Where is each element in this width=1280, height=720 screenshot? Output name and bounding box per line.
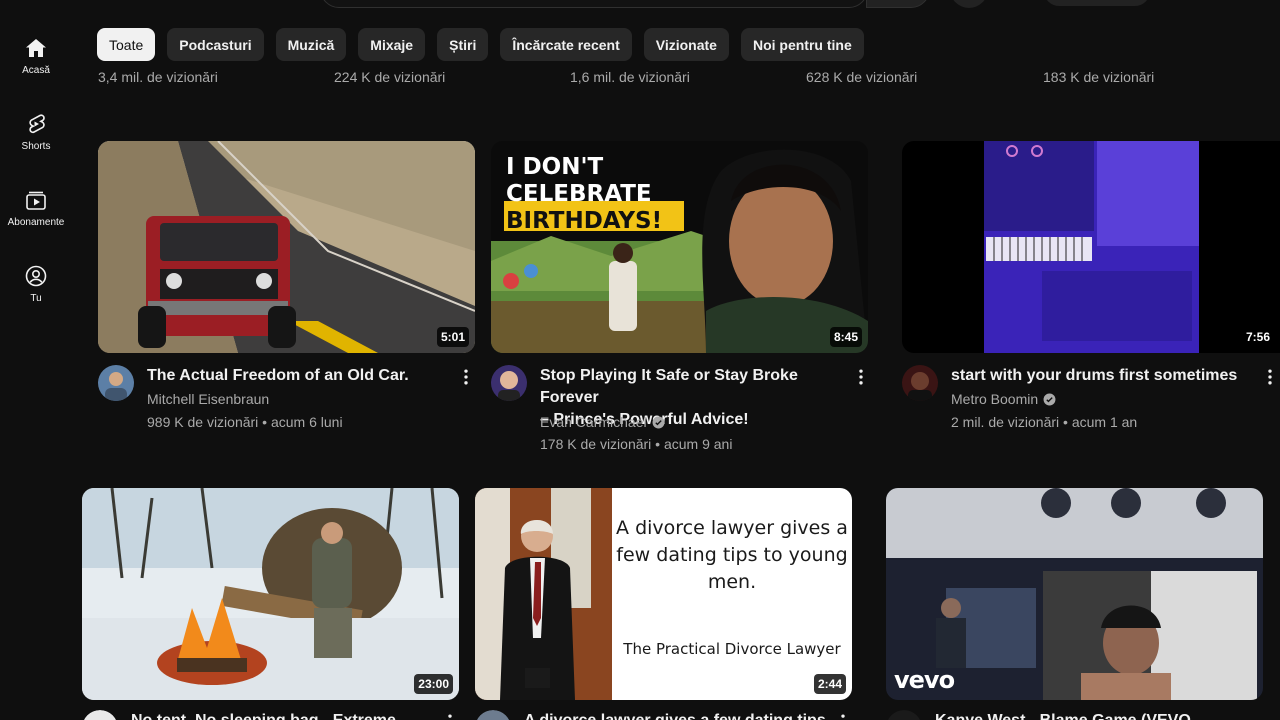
channel-avatar-image [491,365,527,401]
video-thumbnail[interactable]: vevo [886,488,1263,700]
avatar[interactable] [475,710,511,720]
chip-recently-uploaded[interactable]: Încărcate recent [500,28,632,61]
video-title-line: The Actual Freedom of an Old Car. [147,367,409,384]
vevo-logo: vevo [894,666,955,694]
search-button[interactable] [866,0,930,8]
voice-search-button[interactable] [950,0,988,8]
channel-avatar-image [887,710,921,720]
channel-name[interactable]: Metro Boomin [951,391,1056,407]
thumbnail-caption: A divorce lawyer gives a few dating tips… [612,488,852,700]
thumbnail-caption-line: I DON'T [506,154,604,180]
video-duration: 23:00 [414,674,453,694]
video-thumbnail[interactable]: 5:01 [98,141,475,353]
channel-avatar-image [83,710,117,720]
video-thumbnail[interactable]: I DON'T CELEBRATE BIRTHDAYS! 8:45 [491,141,868,353]
chip-watched[interactable]: Vizionate [643,28,729,61]
more-vertical-icon [448,714,452,718]
video-meta: 178 K de vizionări • acum 9 ani [540,436,733,452]
avatar[interactable] [886,710,922,720]
thumbnail-caption-line: CELEBRATE [506,181,652,207]
rail-label: Shorts [21,141,51,152]
verified-badge-icon [652,416,665,428]
chip-all[interactable]: Toate [97,28,156,61]
shorts-icon [29,114,45,134]
avatar[interactable] [491,365,527,401]
winter-campfire-thumbnail-image [82,488,459,700]
verified-badge-icon [1043,393,1056,405]
prev-row-stat: 628 K de vizionări [806,69,918,85]
thumbnail-caption-line: BIRTHDAYS! [506,208,663,234]
old-jeep-thumbnail-image [98,141,475,353]
more-actions-button[interactable] [454,365,478,389]
filter-chips: Toate Podcasturi Muzică Mixaje Știri Înc… [97,28,864,61]
video-duration: 8:45 [829,327,862,347]
lawyer-portrait-thumbnail-image [475,488,612,700]
video-duration: 2:44 [813,674,846,694]
subscriptions-icon [26,191,46,210]
rail-item-home[interactable]: Acasă [0,36,72,106]
thumbnail-caption-line: men. [707,571,757,593]
video-title-line: start with your drums first sometimes [951,367,1238,384]
channel-avatar-image [98,365,134,401]
video-title[interactable]: No tent, No sleeping bag - Extreme... [131,712,409,720]
video-duration: 5:01 [436,327,469,347]
thumbnail-caption-line: few dating tips to young [616,544,848,566]
rail-label: Acasă [22,65,50,76]
search-input[interactable] [320,0,868,8]
video-thumbnail[interactable]: 23:00 [82,488,459,700]
chip-podcasts[interactable]: Podcasturi [167,28,264,61]
daw-screen-thumbnail-image [902,141,1280,353]
chip-music[interactable]: Muzică [275,28,347,61]
rail-item-shorts[interactable]: Shorts [0,112,72,182]
chip-news[interactable]: Știri [437,28,489,61]
more-actions-button[interactable] [1258,365,1280,389]
thumbnail-subcaption: The Practical Divorce Lawyer [623,640,841,658]
video-meta: 989 K de vizionări • acum 6 luni [147,414,343,430]
prev-row-stat: 224 K de vizionări [334,69,446,85]
thumbnail-caption: I DON'T CELEBRATE BIRTHDAYS! [506,154,662,235]
avatar[interactable] [82,710,118,720]
more-actions-button[interactable] [831,710,855,720]
channel-name-text: Mitchell Eisenbraun [147,391,270,407]
channel-avatar-image [902,365,938,401]
video-meta: 2 mil. de vizionări • acum 1 an [951,414,1138,430]
prev-row-stat: 183 K de vizionări [1043,69,1155,85]
more-actions-button[interactable] [849,365,873,389]
video-title-line: Stop Playing It Safe or Stay Broke Forev… [540,367,798,406]
thumbnail-caption-line: A divorce lawyer gives a [616,517,848,539]
left-rail: Acasă Shorts Abonamente Tu [0,0,72,720]
more-vertical-icon [464,369,468,385]
rail-label: Abonamente [7,217,65,228]
video-title[interactable]: Kanye West - Blame Game (VEVO... [935,712,1204,720]
video-title[interactable]: The Actual Freedom of an Old Car. [147,365,447,387]
prev-row-stat: 3,4 mil. de vizionări [98,69,218,85]
rail-item-subscriptions[interactable]: Abonamente [0,188,72,258]
channel-name-text: Evan Carmichael [540,414,647,430]
video-duration: 7:56 [1241,327,1274,347]
you-icon [25,265,47,287]
more-vertical-icon [1268,369,1272,385]
prev-row-stat: 1,6 mil. de vizionări [570,69,690,85]
channel-avatar-image [476,710,510,720]
create-button[interactable] [1044,0,1150,6]
more-actions-button[interactable] [438,710,462,720]
avatar[interactable] [902,365,938,401]
channel-name-text: Metro Boomin [951,391,1039,407]
video-title[interactable]: A divorce lawyer gives a few dating tips… [524,712,839,720]
rail-label: Tu [30,293,42,304]
chip-mixes[interactable]: Mixaje [358,28,426,61]
rail-item-you[interactable]: Tu [0,264,72,334]
avatar[interactable] [98,365,134,401]
chip-new-to-you[interactable]: Noi pentru tine [740,28,864,61]
video-thumbnail[interactable]: 7:56 [902,141,1280,353]
video-title[interactable]: start with your drums first sometimes [951,365,1251,387]
more-vertical-icon [841,714,845,718]
channel-name[interactable]: Evan Carmichael [540,414,665,430]
channel-name[interactable]: Mitchell Eisenbraun [147,391,269,407]
home-icon [26,39,46,57]
more-vertical-icon [859,369,863,385]
video-thumbnail[interactable]: A divorce lawyer gives a few dating tips… [475,488,852,700]
